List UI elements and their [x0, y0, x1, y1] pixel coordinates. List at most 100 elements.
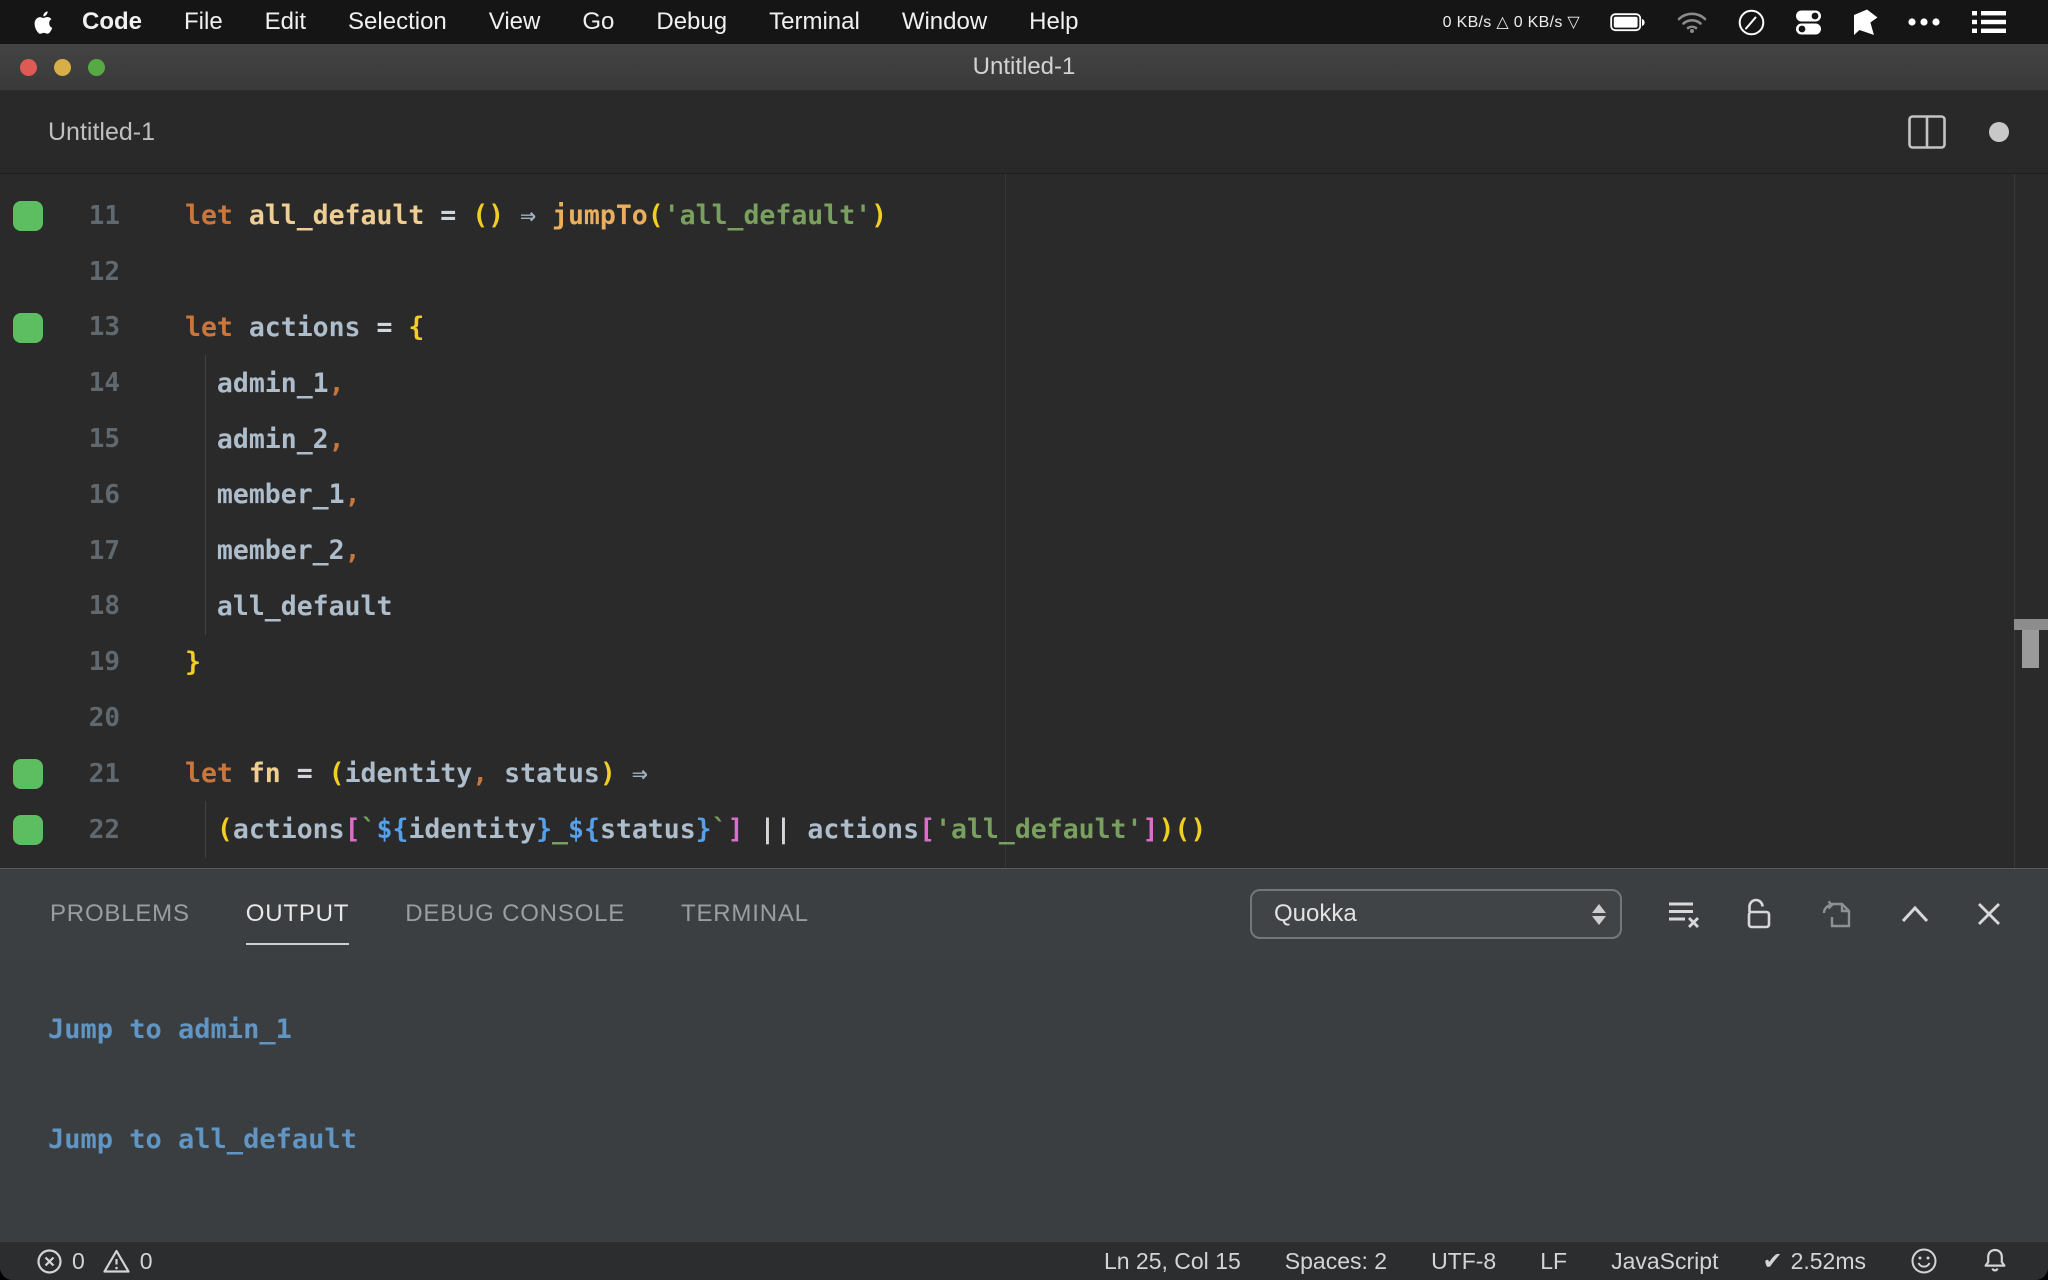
code-token: 'all_default' [935, 814, 1143, 846]
menu-item-code[interactable]: Code [61, 8, 163, 36]
code-token: identity [344, 758, 473, 790]
code-line-21[interactable]: 21 let fn = (identity, status) ⇒ [0, 746, 2048, 802]
quokka-status[interactable]: ✔ 2.52ms [1762, 1247, 1866, 1275]
statusbar-items: Ln 25, Col 15 Spaces: 2 UTF-8 LF JavaScript [1104, 1248, 1719, 1275]
editor-tab-untitled-1[interactable]: Untitled-1 [48, 118, 155, 147]
output-line: Jump to admin_1 [48, 1014, 292, 1045]
code-line-14[interactable]: 14 admin_1, [0, 354, 2048, 412]
errors-icon[interactable] [36, 1248, 63, 1275]
code-token: 'all_default' [663, 200, 872, 232]
menu-item-window[interactable]: Window [881, 8, 1008, 36]
wifi-icon[interactable] [1676, 10, 1708, 34]
line-number: 21 [88, 758, 120, 789]
code-text: } [185, 647, 201, 678]
minimize-window-button[interactable] [54, 58, 71, 76]
close-panel-icon[interactable] [1976, 901, 2002, 927]
feedback-smiley-icon[interactable] [1910, 1247, 1938, 1275]
status-javascript[interactable]: JavaScript [1611, 1248, 1718, 1275]
code-token: () [472, 200, 505, 232]
status-lf[interactable]: LF [1540, 1248, 1567, 1275]
code-line-19[interactable]: 19} [0, 634, 2048, 690]
network-speed-indicator[interactable]: 0 KB/s △ 0 KB/s ▽ [1443, 14, 1580, 31]
code-line-11[interactable]: 11 let all_default = () ⇒ jumpTo('all_def… [0, 188, 2048, 244]
maximize-panel-icon[interactable] [1900, 904, 1930, 924]
code-line-17[interactable]: 17 member_2, [0, 522, 2048, 580]
code-line-18[interactable]: 18 all_default [0, 577, 2048, 635]
code-token: ) [871, 200, 888, 232]
panel-tab-output[interactable]: OUTPUT [245, 900, 350, 945]
panel-tab-problems[interactable]: PROBLEMS [50, 900, 190, 928]
code-line-16[interactable]: 16 member_1, [0, 466, 2048, 524]
code-text: admin_1, [185, 354, 345, 412]
code-token: () [1174, 814, 1207, 846]
select-spinner-icon [1592, 903, 1606, 925]
status-ln-25-col-15[interactable]: Ln 25, Col 15 [1104, 1248, 1241, 1275]
battery-icon[interactable] [1610, 12, 1646, 32]
status-utf-8[interactable]: UTF-8 [1431, 1248, 1496, 1275]
code-token: admin_2 [216, 423, 329, 455]
code-token: all_default [248, 200, 425, 232]
warnings-icon[interactable] [102, 1248, 131, 1274]
output-blank-line [48, 1057, 2048, 1112]
code-token: = [280, 758, 329, 790]
menu-item-selection[interactable]: Selection [327, 8, 468, 36]
menu-item-terminal[interactable]: Terminal [748, 8, 881, 36]
status-spaces-2[interactable]: Spaces: 2 [1285, 1248, 1387, 1275]
code-token: ] [1142, 814, 1159, 846]
code-token: _ [552, 814, 569, 846]
panel-tab-debug-console[interactable]: DEBUG CONSOLE [405, 900, 625, 928]
menu-item-go[interactable]: Go [561, 8, 635, 36]
code-token: , [328, 367, 345, 399]
open-output-in-editor-icon[interactable] [1820, 897, 1854, 931]
code-text: all_default [185, 577, 392, 635]
quokka-coverage-mark [13, 814, 43, 845]
warning-count[interactable]: 0 [140, 1248, 153, 1275]
code-token: , [344, 535, 361, 567]
line-number: 13 [88, 312, 120, 343]
notifications-bell-icon[interactable] [1982, 1247, 2008, 1276]
line-number: 22 [88, 814, 120, 845]
list-menu-icon[interactable] [1972, 10, 2006, 34]
code-line-12[interactable]: 12 [0, 244, 2048, 300]
close-window-button[interactable] [20, 58, 37, 76]
code-token: { [408, 311, 425, 343]
code-line-20[interactable]: 20 [0, 690, 2048, 746]
menu-item-view[interactable]: View [468, 8, 562, 36]
panel-tab-terminal[interactable]: TERMINAL [681, 900, 809, 928]
apple-menu-icon[interactable] [34, 10, 55, 35]
net-up: 0 KB/s △ [1442, 13, 1509, 31]
code-token: || [743, 814, 808, 846]
menu-item-help[interactable]: Help [1008, 8, 1099, 36]
indent-guide [205, 466, 206, 524]
more-dots-icon[interactable] [1908, 18, 1942, 26]
code-editor[interactable]: 11 let all_default = () ⇒ jumpTo('all_def… [0, 174, 2048, 868]
unsaved-changes-dot[interactable] [1988, 121, 2010, 143]
split-editor-icon[interactable] [1908, 115, 1946, 149]
menu-item-debug[interactable]: Debug [635, 8, 748, 36]
line-number: 15 [88, 424, 120, 455]
toggles-icon[interactable] [1795, 9, 1822, 36]
menu-item-edit[interactable]: Edit [244, 8, 327, 36]
code-line-13[interactable]: 13 let actions = { [0, 300, 2048, 356]
code-line-22[interactable]: 22 (actions[`${identity}_${status}`] || … [0, 801, 2048, 859]
unlock-icon[interactable] [1746, 898, 1774, 930]
window-titlebar[interactable]: Untitled-1 [0, 44, 2048, 91]
clear-output-icon[interactable] [1668, 899, 1700, 929]
menu-item-file[interactable]: File [163, 8, 244, 36]
output-channel-select[interactable]: Quokka [1250, 889, 1622, 939]
code-line-15[interactable]: 15 admin_2, [0, 410, 2048, 468]
line-number: 19 [88, 647, 120, 678]
zoom-window-button[interactable] [88, 58, 105, 76]
indent-guide [205, 522, 206, 580]
line-number: 14 [88, 368, 120, 399]
output-content[interactable]: Jump to admin_1 Jump to all_default [0, 958, 2048, 1242]
code-text: admin_2, [185, 410, 345, 468]
error-count[interactable]: 0 [72, 1248, 85, 1275]
code-token: member_1 [216, 479, 345, 511]
badge-shape-icon[interactable] [1852, 9, 1878, 36]
code-token: } [536, 814, 553, 846]
gauge-clock-icon[interactable] [1738, 9, 1765, 36]
